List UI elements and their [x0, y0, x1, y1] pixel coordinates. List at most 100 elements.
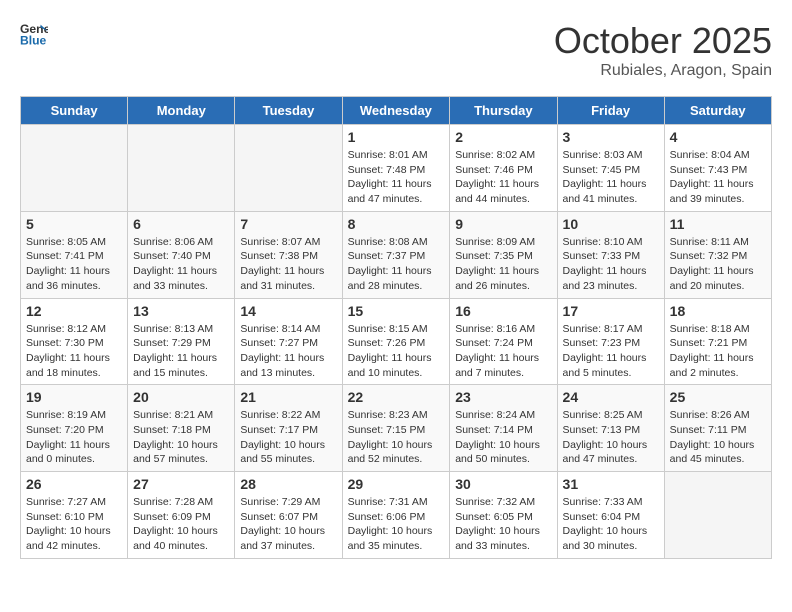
day-info: Sunrise: 7:27 AMSunset: 6:10 PMDaylight:… — [26, 495, 122, 554]
day-info: Sunrise: 7:29 AMSunset: 6:07 PMDaylight:… — [240, 495, 336, 554]
calendar-table: SundayMondayTuesdayWednesdayThursdayFrid… — [20, 96, 772, 559]
calendar-cell: 11Sunrise: 8:11 AMSunset: 7:32 PMDayligh… — [664, 211, 771, 298]
calendar-week-row: 1 Sunrise: 8:01 AMSunset: 7:48 PMDaylight… — [21, 125, 772, 212]
calendar-cell: 13 Sunrise: 8:13 AMSunset: 7:29 PMDayligh… — [128, 298, 235, 385]
day-number: 25 — [670, 389, 766, 405]
day-number: 24 — [563, 389, 659, 405]
calendar-cell: 26 Sunrise: 7:27 AMSunset: 6:10 PMDayligh… — [21, 472, 128, 559]
day-number: 19 — [26, 389, 122, 405]
calendar-cell: 29 Sunrise: 7:31 AMSunset: 6:06 PMDayligh… — [342, 472, 450, 559]
calendar-cell: 22 Sunrise: 8:23 AMSunset: 7:15 PMDayligh… — [342, 385, 450, 472]
day-info: Sunrise: 8:18 AMSunset: 7:21 PMDaylight:… — [670, 322, 766, 381]
calendar-cell: 19 Sunrise: 8:19 AMSunset: 7:20 PMDayligh… — [21, 385, 128, 472]
calendar-cell: 7 Sunrise: 8:07 AMSunset: 7:38 PMDaylight… — [235, 211, 342, 298]
calendar-cell: 8Sunrise: 8:08 AMSunset: 7:37 PMDaylight… — [342, 211, 450, 298]
calendar-week-row: 5 Sunrise: 8:05 AMSunset: 7:41 PMDaylight… — [21, 211, 772, 298]
calendar-cell: 3 Sunrise: 8:03 AMSunset: 7:45 PMDaylight… — [557, 125, 664, 212]
day-number: 26 — [26, 476, 122, 492]
day-number: 14 — [240, 303, 336, 319]
day-info: Sunrise: 8:22 AMSunset: 7:17 PMDaylight:… — [240, 408, 336, 467]
day-number: 3 — [563, 129, 659, 145]
day-info: Sunrise: 7:28 AMSunset: 6:09 PMDaylight:… — [133, 495, 229, 554]
day-number: 23 — [455, 389, 551, 405]
day-info: Sunrise: 8:11 AMSunset: 7:32 PMDaylight:… — [670, 235, 766, 294]
day-number: 13 — [133, 303, 229, 319]
day-info: Sunrise: 8:19 AMSunset: 7:20 PMDaylight:… — [26, 408, 122, 467]
day-number: 2 — [455, 129, 551, 145]
day-number: 5 — [26, 216, 122, 232]
day-number: 29 — [348, 476, 445, 492]
calendar-header-row: SundayMondayTuesdayWednesdayThursdayFrid… — [21, 97, 772, 125]
calendar-cell — [235, 125, 342, 212]
day-number: 21 — [240, 389, 336, 405]
day-info: Sunrise: 7:31 AMSunset: 6:06 PMDaylight:… — [348, 495, 445, 554]
calendar-cell: 17Sunrise: 8:17 AMSunset: 7:23 PMDayligh… — [557, 298, 664, 385]
day-number: 30 — [455, 476, 551, 492]
day-number: 1 — [348, 129, 445, 145]
weekday-header: Saturday — [664, 97, 771, 125]
calendar-cell: 10 Sunrise: 8:10 AMSunset: 7:33 PMDayligh… — [557, 211, 664, 298]
calendar-cell: 20Sunrise: 8:21 AMSunset: 7:18 PMDayligh… — [128, 385, 235, 472]
weekday-header: Tuesday — [235, 97, 342, 125]
day-info: Sunrise: 8:01 AMSunset: 7:48 PMDaylight:… — [348, 148, 445, 207]
day-number: 17 — [563, 303, 659, 319]
calendar-cell: 28 Sunrise: 7:29 AMSunset: 6:07 PMDayligh… — [235, 472, 342, 559]
calendar-cell — [21, 125, 128, 212]
day-info: Sunrise: 8:25 AMSunset: 7:13 PMDaylight:… — [563, 408, 659, 467]
day-number: 18 — [670, 303, 766, 319]
calendar-cell: 31 Sunrise: 7:33 AMSunset: 6:04 PMDayligh… — [557, 472, 664, 559]
calendar-cell: 14 Sunrise: 8:14 AMSunset: 7:27 PMDayligh… — [235, 298, 342, 385]
calendar-cell: 2 Sunrise: 8:02 AMSunset: 7:46 PMDaylight… — [450, 125, 557, 212]
weekday-header: Sunday — [21, 97, 128, 125]
day-number: 22 — [348, 389, 445, 405]
day-info: Sunrise: 8:14 AMSunset: 7:27 PMDaylight:… — [240, 322, 336, 381]
page-header: General Blue October 2025 Rubiales, Arag… — [20, 20, 772, 80]
calendar-cell: 23 Sunrise: 8:24 AMSunset: 7:14 PMDayligh… — [450, 385, 557, 472]
day-number: 7 — [240, 216, 336, 232]
day-info: Sunrise: 8:21 AMSunset: 7:18 PMDaylight:… — [133, 408, 229, 467]
title-block: October 2025 Rubiales, Aragon, Spain — [554, 20, 772, 80]
day-info: Sunrise: 8:13 AMSunset: 7:29 PMDaylight:… — [133, 322, 229, 381]
calendar-cell: 4Sunrise: 8:04 AMSunset: 7:43 PMDaylight… — [664, 125, 771, 212]
day-info: Sunrise: 8:05 AMSunset: 7:41 PMDaylight:… — [26, 235, 122, 294]
calendar-cell: 16Sunrise: 8:16 AMSunset: 7:24 PMDayligh… — [450, 298, 557, 385]
day-info: Sunrise: 8:07 AMSunset: 7:38 PMDaylight:… — [240, 235, 336, 294]
day-number: 6 — [133, 216, 229, 232]
calendar-cell: 27 Sunrise: 7:28 AMSunset: 6:09 PMDayligh… — [128, 472, 235, 559]
calendar-cell — [664, 472, 771, 559]
day-info: Sunrise: 8:23 AMSunset: 7:15 PMDaylight:… — [348, 408, 445, 467]
weekday-header: Monday — [128, 97, 235, 125]
calendar-cell: 9Sunrise: 8:09 AMSunset: 7:35 PMDaylight… — [450, 211, 557, 298]
day-number: 10 — [563, 216, 659, 232]
calendar-cell: 21 Sunrise: 8:22 AMSunset: 7:17 PMDayligh… — [235, 385, 342, 472]
calendar-cell — [128, 125, 235, 212]
calendar-cell: 1 Sunrise: 8:01 AMSunset: 7:48 PMDaylight… — [342, 125, 450, 212]
day-number: 28 — [240, 476, 336, 492]
day-info: Sunrise: 8:09 AMSunset: 7:35 PMDaylight:… — [455, 235, 551, 294]
day-info: Sunrise: 8:06 AMSunset: 7:40 PMDaylight:… — [133, 235, 229, 294]
calendar-cell: 5 Sunrise: 8:05 AMSunset: 7:41 PMDaylight… — [21, 211, 128, 298]
day-info: Sunrise: 8:10 AMSunset: 7:33 PMDaylight:… — [563, 235, 659, 294]
calendar-cell: 24 Sunrise: 8:25 AMSunset: 7:13 PMDayligh… — [557, 385, 664, 472]
day-info: Sunrise: 8:16 AMSunset: 7:24 PMDaylight:… — [455, 322, 551, 381]
day-number: 31 — [563, 476, 659, 492]
day-info: Sunrise: 8:12 AMSunset: 7:30 PMDaylight:… — [26, 322, 122, 381]
day-info: Sunrise: 8:04 AMSunset: 7:43 PMDaylight:… — [670, 148, 766, 207]
calendar-cell: 18 Sunrise: 8:18 AMSunset: 7:21 PMDayligh… — [664, 298, 771, 385]
day-info: Sunrise: 8:03 AMSunset: 7:45 PMDaylight:… — [563, 148, 659, 207]
calendar-week-row: 19 Sunrise: 8:19 AMSunset: 7:20 PMDayligh… — [21, 385, 772, 472]
day-info: Sunrise: 8:02 AMSunset: 7:46 PMDaylight:… — [455, 148, 551, 207]
day-info: Sunrise: 7:33 AMSunset: 6:04 PMDaylight:… — [563, 495, 659, 554]
day-info: Sunrise: 8:26 AMSunset: 7:11 PMDaylight:… — [670, 408, 766, 467]
day-number: 15 — [348, 303, 445, 319]
calendar-cell: 25 Sunrise: 8:26 AMSunset: 7:11 PMDayligh… — [664, 385, 771, 472]
day-info: Sunrise: 8:24 AMSunset: 7:14 PMDaylight:… — [455, 408, 551, 467]
calendar-week-row: 12 Sunrise: 8:12 AMSunset: 7:30 PMDayligh… — [21, 298, 772, 385]
svg-text:Blue: Blue — [20, 33, 47, 47]
day-info: Sunrise: 8:15 AMSunset: 7:26 PMDaylight:… — [348, 322, 445, 381]
weekday-header: Wednesday — [342, 97, 450, 125]
day-number: 12 — [26, 303, 122, 319]
calendar-cell: 6 Sunrise: 8:06 AMSunset: 7:40 PMDaylight… — [128, 211, 235, 298]
location-subtitle: Rubiales, Aragon, Spain — [554, 62, 772, 80]
day-number: 27 — [133, 476, 229, 492]
